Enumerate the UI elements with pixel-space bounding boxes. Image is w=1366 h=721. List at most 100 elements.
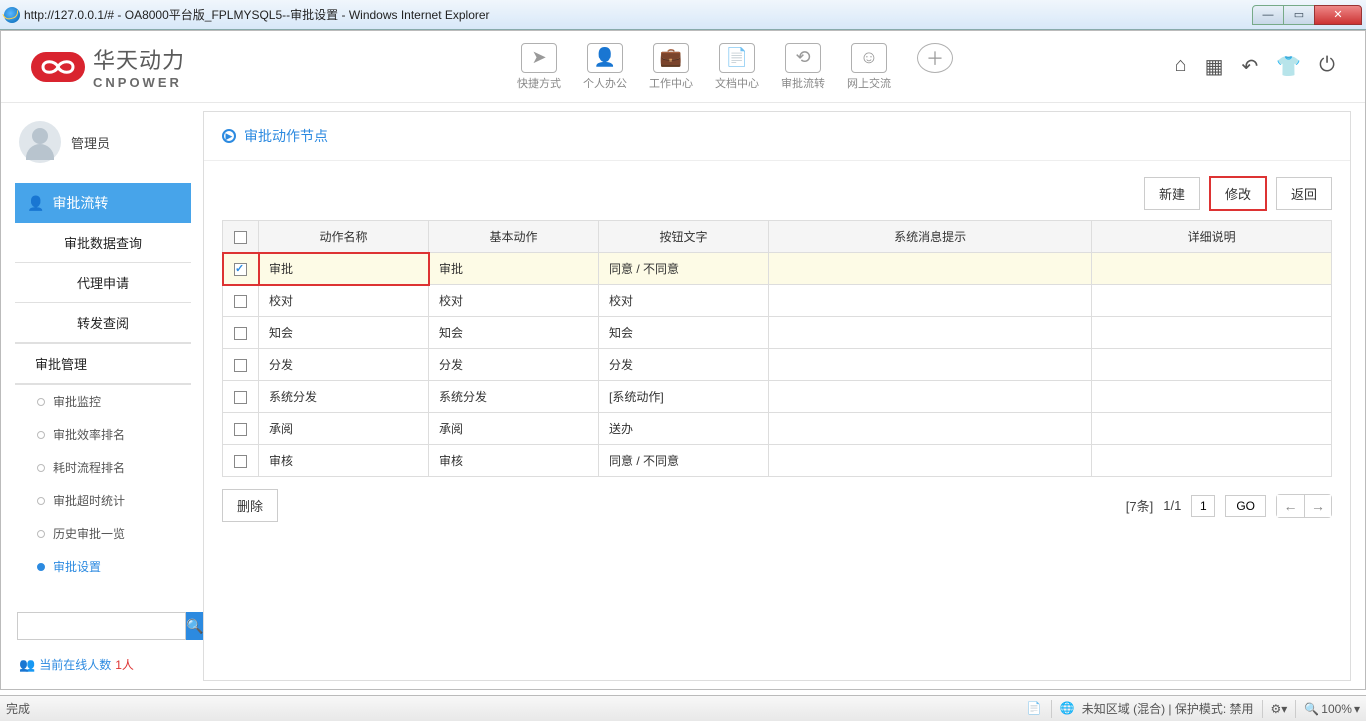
reply-icon[interactable]: ↶ [1242,54,1259,79]
cell: 系统分发 [429,381,599,413]
sidebar-subitem[interactable]: 历史审批一览 [15,517,191,550]
table-row[interactable]: 承阅承阅送办 [223,413,1332,445]
cell [1092,381,1332,413]
top-nav-item[interactable]: ☺网上交流 [841,43,897,91]
online-number: 1人 [115,656,134,673]
panel-title: 审批动作节点 [244,126,328,146]
logo-text: 华天动力 CNPOWER [93,43,185,90]
minimize-button[interactable]: — [1252,5,1284,25]
nav-label: 个人办公 [577,75,633,91]
cell [1092,349,1332,381]
window-title: http://127.0.0.1/# - OA8000平台版_FPLMYSQL5… [24,6,1253,23]
row-checkbox-cell[interactable] [223,285,259,317]
header-checkbox[interactable] [223,221,259,253]
close-button[interactable]: ✕ [1314,5,1362,25]
row-checkbox-cell[interactable] [223,445,259,477]
sidebar-subitem[interactable]: 审批监控 [15,385,191,418]
status-icon-1: 📄 [1027,701,1043,717]
pager-input[interactable] [1191,495,1215,517]
table-row[interactable]: 分发分发分发 [223,349,1332,381]
user-icon: 👤 [27,195,44,212]
sidebar-item[interactable]: 代理申请 [15,263,191,303]
table-row[interactable]: 系统分发系统分发[系统动作] [223,381,1332,413]
zoom-control[interactable]: 🔍 100% ▾ [1304,702,1360,716]
pager-total: [7条] [1126,496,1153,515]
checkbox-icon [234,423,247,436]
top-nav-item[interactable]: ➤ 快捷方式 [511,43,567,91]
row-checkbox-cell[interactable] [223,381,259,413]
nav-label: 快捷方式 [511,75,567,91]
sidebar-subitem[interactable]: 审批设置 [15,550,191,583]
grid-icon[interactable]: ▦ [1205,54,1224,79]
home-icon[interactable]: ⌂ [1175,54,1187,79]
window-titlebar: http://127.0.0.1/# - OA8000平台版_FPLMYSQL5… [0,0,1366,30]
top-nav-item[interactable]: 💼工作中心 [643,43,699,91]
sidebar-subitem[interactable]: 审批效率排名 [15,418,191,451]
cell: 送办 [599,413,769,445]
online-label: 当前在线人数 [39,656,111,673]
sidebar-subitem[interactable]: 耗时流程排名 [15,451,191,484]
table-row[interactable]: 知会知会知会 [223,317,1332,349]
search-button[interactable]: 🔍 [186,612,203,640]
app-frame: 华天动力 CNPOWER ➤快捷方式👤个人办公💼工作中心📄文档中心⟲审批流转☺网… [0,30,1366,690]
power-icon[interactable]: ⏻ [1319,54,1335,79]
sidebar-item[interactable]: 转发查阅 [15,303,191,343]
top-right-icons: ⌂ ▦ ↶ 👕 ⏻ [1175,54,1336,79]
cell: 同意 / 不同意 [599,253,769,285]
sidebar-item[interactable]: 审批数据查询 [15,223,191,263]
new-button[interactable]: 新建 [1144,177,1200,210]
table-row[interactable]: 审批审批同意 / 不同意 [223,253,1332,285]
cell: 审核 [259,445,429,477]
logo: 华天动力 CNPOWER [31,43,251,90]
edit-button[interactable]: 修改 [1210,177,1266,210]
status-zone: 未知区域 (混合) | 保护模式: 禁用 [1082,700,1254,717]
checkbox-icon [234,295,247,308]
content-panel: ▶ 审批动作节点 新建 修改 返回 动作名称基本动作按钮文字系统消息提示详细说明… [203,111,1351,681]
maximize-button[interactable]: ▭ [1283,5,1315,25]
status-icon-2: 🌐 [1060,701,1076,717]
checkbox-icon [234,263,247,276]
table-footer: 删除 [7条] 1/1 GO ← → [222,477,1332,534]
table-row[interactable]: 审核审核同意 / 不同意 [223,445,1332,477]
top-nav-item[interactable]: ⟲审批流转 [775,43,831,91]
row-checkbox-cell[interactable] [223,349,259,381]
cell: 系统分发 [259,381,429,413]
top-nav-item[interactable]: 📄文档中心 [709,43,765,91]
row-checkbox-cell[interactable] [223,413,259,445]
shirt-icon[interactable]: 👕 [1276,54,1301,79]
top-nav: ➤ 快捷方式 👤个人办公💼工作中心📄文档中心⟲审批流转☺网上交流＋ [511,43,963,91]
sidebar-section-header[interactable]: 👤 审批流转 [15,183,191,223]
checkbox-icon [234,359,247,372]
top-nav-add[interactable]: ＋ [907,43,963,91]
back-button[interactable]: 返回 [1276,177,1332,210]
sidebar-top-menu: 审批数据查询代理申请转发查阅 [15,223,191,344]
checkbox-icon [234,327,247,340]
top-header: 华天动力 CNPOWER ➤ 快捷方式 👤个人办公💼工作中心📄文档中心⟲审批流转☺网… [1,31,1365,103]
cell [769,413,1092,445]
sidebar-subitem[interactable]: 审批超时统计 [15,484,191,517]
cell: 审批 [259,253,429,285]
pager-next-button[interactable]: → [1304,494,1332,518]
search-input[interactable] [17,612,186,640]
sidebar: 管理员 👤 审批流转 审批数据查询代理申请转发查阅 审批管理 审批监控审批效率排… [15,111,191,681]
sidebar-sub-header: 审批管理 [15,344,191,385]
row-checkbox-cell[interactable] [223,317,259,349]
cell [1092,285,1332,317]
data-table: 动作名称基本动作按钮文字系统消息提示详细说明 审批审批同意 / 不同意校对校对校… [222,220,1332,477]
cell: 分发 [599,349,769,381]
delete-button[interactable]: 删除 [222,489,278,522]
cell [769,317,1092,349]
nav-icon: ⟲ [785,43,821,73]
nav-icon: ➤ [521,43,557,73]
pager-go-button[interactable]: GO [1225,495,1266,517]
window-url: http://127.0.0.1/# [24,8,114,22]
table-row[interactable]: 校对校对校对 [223,285,1332,317]
top-nav-item[interactable]: 👤个人办公 [577,43,633,91]
pager-prev-button[interactable]: ← [1276,494,1304,518]
cell [769,381,1092,413]
checkbox-icon [234,455,247,468]
row-checkbox-cell[interactable] [223,253,259,285]
pager-pages: 1/1 [1163,498,1181,513]
status-mode-icon[interactable]: ⚙▾ [1271,702,1288,716]
cell: 承阅 [429,413,599,445]
